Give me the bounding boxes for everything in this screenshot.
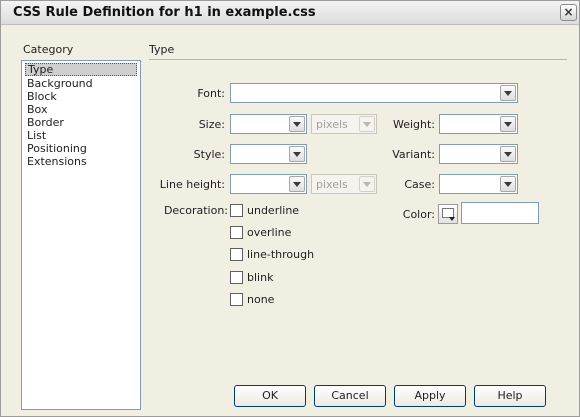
help-button[interactable]: Help <box>474 385 546 407</box>
line-through-checkbox[interactable] <box>230 248 243 261</box>
underline-option-label[interactable]: underline <box>247 204 299 217</box>
category-item-list[interactable]: List <box>25 129 48 142</box>
weight-select[interactable] <box>439 114 518 134</box>
font-label: Font: <box>197 87 225 100</box>
blink-option-label[interactable]: blink <box>247 271 273 284</box>
line-height-select[interactable] <box>230 174 307 194</box>
color-label: Color: <box>402 208 435 221</box>
chevron-down-icon[interactable] <box>500 176 516 192</box>
line-through-option-label[interactable]: line-through <box>247 248 314 261</box>
category-item-block[interactable]: Block <box>25 90 59 103</box>
category-item-box[interactable]: Box <box>25 103 49 116</box>
category-item-positioning[interactable]: Positioning <box>25 142 89 155</box>
chevron-down-icon[interactable] <box>500 116 516 132</box>
font-select[interactable] <box>230 83 518 103</box>
category-item-border[interactable]: Border <box>25 116 66 129</box>
case-label: Case: <box>404 178 435 191</box>
line-height-unit-select: pixels <box>311 174 377 194</box>
color-picker-button[interactable] <box>438 204 458 224</box>
style-label: Style: <box>193 148 225 161</box>
close-icon[interactable]: × <box>560 4 577 21</box>
chevron-down-icon[interactable] <box>500 85 516 101</box>
size-unit-value: pixels <box>316 118 348 131</box>
ok-button[interactable]: OK <box>234 385 306 407</box>
css-rule-dialog: CSS Rule Definition for h1 in example.cs… <box>0 0 580 417</box>
size-select[interactable] <box>230 114 307 134</box>
category-heading: Category <box>23 43 74 56</box>
category-item-extensions[interactable]: Extensions <box>25 155 89 168</box>
apply-button[interactable]: Apply <box>394 385 466 407</box>
variant-select[interactable] <box>439 144 518 164</box>
dropdown-arrow-icon <box>449 217 455 221</box>
line-height-unit-value: pixels <box>316 178 348 191</box>
color-value-input[interactable] <box>461 202 539 224</box>
overline-checkbox[interactable] <box>230 226 243 239</box>
variant-label: Variant: <box>392 148 435 161</box>
panel-heading-divider <box>149 59 567 60</box>
panel-heading: Type <box>149 43 175 56</box>
style-select[interactable] <box>230 144 307 164</box>
case-select[interactable] <box>439 174 518 194</box>
weight-label: Weight: <box>392 118 435 131</box>
size-unit-select: pixels <box>311 114 377 134</box>
cancel-button[interactable]: Cancel <box>314 385 386 407</box>
chevron-down-icon[interactable] <box>289 146 305 162</box>
overline-option-label[interactable]: overline <box>247 226 291 239</box>
none-option-label[interactable]: none <box>247 293 274 306</box>
chevron-down-icon[interactable] <box>289 116 305 132</box>
decoration-label: Decoration: <box>163 204 228 217</box>
dialog-title: CSS Rule Definition for h1 in example.cs… <box>13 5 316 20</box>
underline-checkbox[interactable] <box>230 204 243 217</box>
category-item-background[interactable]: Background <box>25 77 95 90</box>
none-checkbox[interactable] <box>230 293 243 306</box>
title-bar: CSS Rule Definition for h1 in example.cs… <box>1 1 579 25</box>
blink-checkbox[interactable] <box>230 271 243 284</box>
category-item-type[interactable]: Type <box>25 63 137 76</box>
size-label: Size: <box>198 118 225 131</box>
line-height-label: Line height: <box>159 178 225 191</box>
chevron-down-icon[interactable] <box>289 176 305 192</box>
category-list[interactable]: Type Background Block Box Border List Po… <box>21 60 141 410</box>
chevron-down-icon[interactable] <box>500 146 516 162</box>
